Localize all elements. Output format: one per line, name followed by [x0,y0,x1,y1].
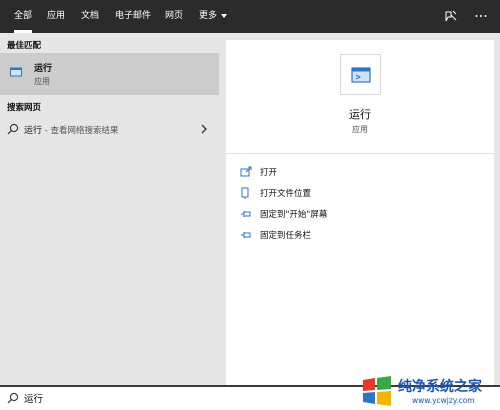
watermark-url: www.ycwjzy.com [412,396,475,405]
best-match-header: 最佳匹配 [7,41,42,51]
web-search-hint: - 查看网络搜索结果 [42,126,119,136]
run-app-icon [10,67,22,77]
tab-web[interactable]: 网页 [165,0,183,33]
open-icon [240,166,252,178]
action-open-label: 打开 [260,168,278,178]
app-tile [340,54,381,95]
search-icon [7,123,19,135]
tab-all[interactable]: 全部 [14,0,33,33]
best-match-item[interactable]: 运行 应用 [0,53,219,95]
action-pin-to-taskbar[interactable]: 固定到任务栏 [240,227,480,243]
search-input[interactable] [24,390,324,406]
action-open[interactable]: 打开 [240,164,480,180]
chevron-down-icon [221,13,228,18]
results-panel: 最佳匹配 运行 应用 搜索网页 运行 - 查看网络搜索结果 [0,33,226,385]
action-pin-to-start[interactable]: 固定到"开始"屏幕 [240,206,480,222]
more-options-icon[interactable] [474,9,488,23]
pin-taskbar-icon [240,229,252,241]
app-type: 应用 [352,125,368,134]
tab-documents[interactable]: 文档 [81,0,99,33]
divider [226,153,494,154]
action-open-file-location-label: 打开文件位置 [260,189,312,199]
web-search-query: 运行 [24,126,43,136]
site-watermark: 纯净系统之家 www.ycwjzy.com [352,372,500,410]
app-name: 运行 [349,108,371,121]
tab-apps[interactable]: 应用 [47,0,65,33]
tab-all-label: 全部 [14,11,33,21]
best-match-title: 运行 [34,64,53,74]
tab-documents-label: 文档 [81,11,100,21]
pin-start-icon [240,208,252,220]
action-pin-to-start-label: 固定到"开始"屏幕 [260,210,328,220]
search-scope-tabs: 全部 应用 文档 电子邮件 网页 更多 [0,0,500,33]
tab-apps-label: 应用 [47,11,66,21]
tab-more[interactable]: 更多 [199,0,228,33]
tab-more-label: 更多 [199,11,218,21]
search-box-icon [7,392,19,404]
feedback-icon[interactable] [444,9,458,23]
best-match-subtitle: 应用 [34,77,50,86]
file-location-icon [240,187,252,199]
tab-web-label: 网页 [165,11,184,21]
web-search-header: 搜索网页 [7,103,42,113]
watermark-title: 纯净系统之家 [398,379,482,395]
watermark-logo-icon [360,374,394,408]
web-search-item[interactable]: 运行 - 查看网络搜索结果 [0,118,219,140]
action-open-file-location[interactable]: 打开文件位置 [240,185,480,201]
web-search-text: 运行 - 查看网络搜索结果 [24,123,119,136]
chevron-right-icon [200,123,208,135]
tab-email-label: 电子邮件 [115,11,152,21]
run-app-large-icon [351,67,371,83]
tab-email[interactable]: 电子邮件 [115,0,151,33]
action-pin-to-taskbar-label: 固定到任务栏 [260,231,312,241]
details-panel: 运行 应用 打开 打开文件位置 固定到"开始"屏幕 固定到任务栏 [226,40,494,385]
